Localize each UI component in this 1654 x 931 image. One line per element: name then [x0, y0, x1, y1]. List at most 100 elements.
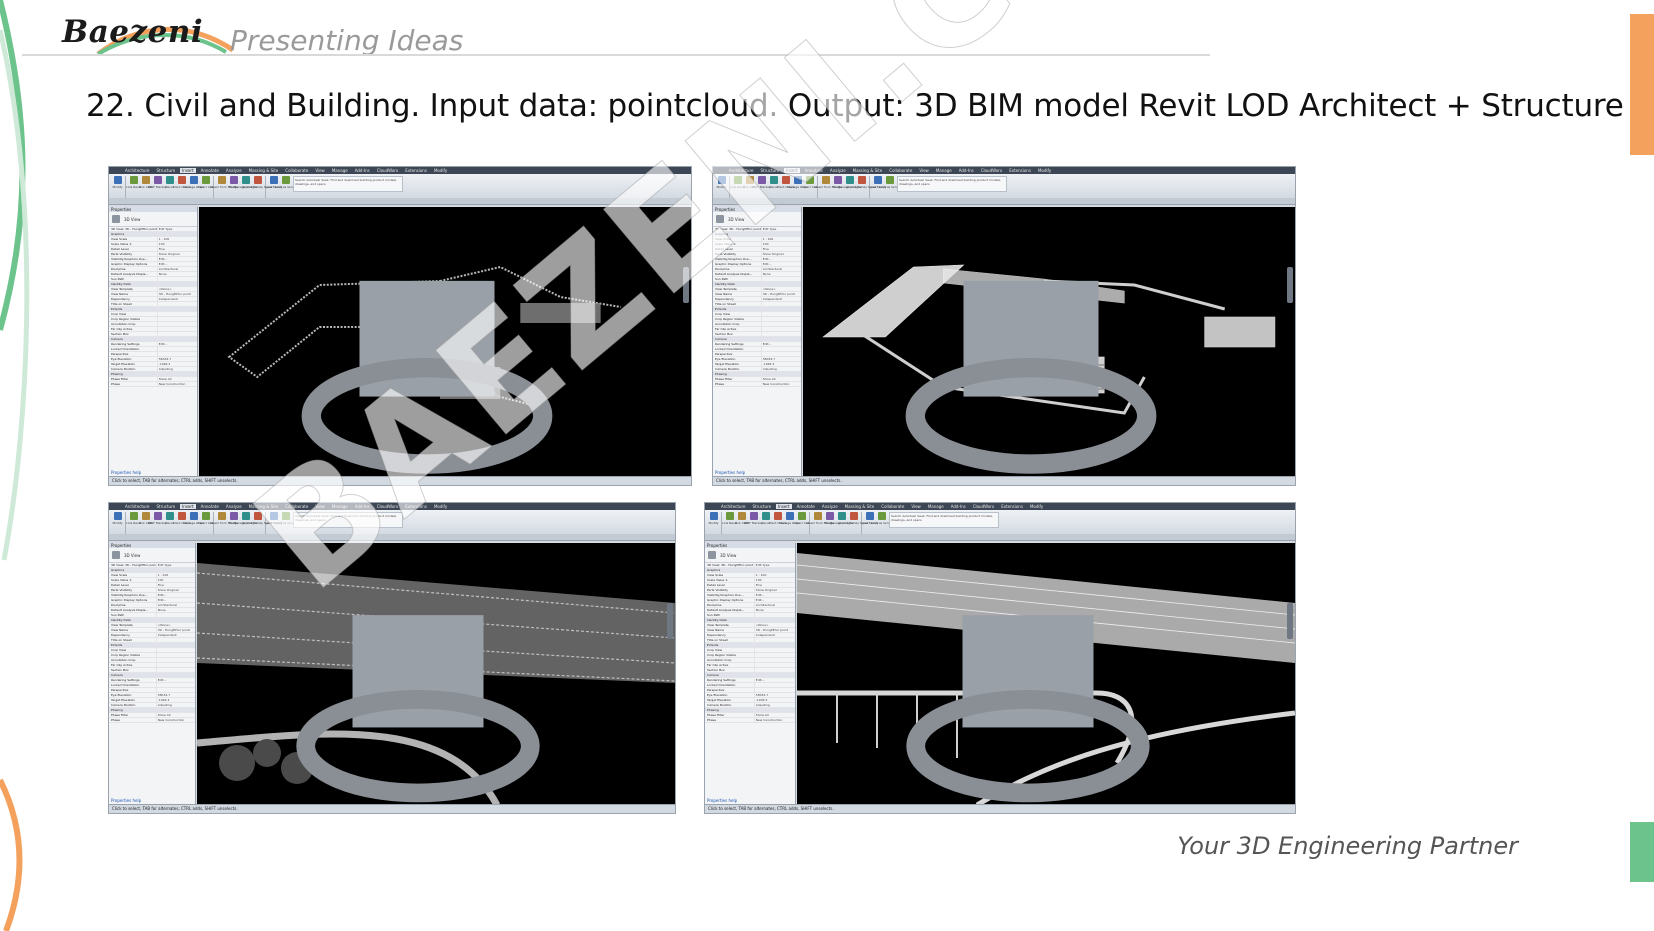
- navigation-bar[interactable]: [683, 267, 689, 303]
- tab-massing-site[interactable]: Massing & Site: [247, 168, 281, 173]
- autodesk-seek-panel[interactable]: Search Autodesk Seek. Find and download …: [293, 176, 403, 192]
- tab-analyze[interactable]: Analyze: [828, 168, 848, 173]
- properties-help-link[interactable]: Properties help: [707, 798, 737, 803]
- tab-structure[interactable]: Structure: [155, 168, 178, 173]
- ribbon-button-link-revit[interactable]: Link Revit: [126, 512, 141, 525]
- ribbon-button-insert-from-file[interactable]: Insert from File: [806, 512, 829, 525]
- tab-view[interactable]: View: [917, 168, 931, 173]
- tab-extensions[interactable]: Extensions: [1007, 168, 1033, 173]
- ribbon-button-import-family-types[interactable]: Import Family Types: [243, 512, 273, 525]
- tab-cloudworx[interactable]: CloudWorx: [375, 168, 401, 173]
- ribbon-button-import-cad[interactable]: Import CAD: [793, 512, 810, 525]
- tab-modify[interactable]: Modify: [1036, 168, 1053, 173]
- tab-insert[interactable]: Insert: [180, 168, 196, 173]
- ribbon-button-import-cad[interactable]: Import CAD: [801, 176, 818, 189]
- navigation-bar[interactable]: [667, 603, 673, 639]
- tab-collaborate[interactable]: Collaborate: [283, 168, 310, 173]
- ribbon-button-modify[interactable]: Modify: [113, 512, 122, 525]
- tab-structure[interactable]: Structure: [759, 168, 782, 173]
- tab-manage[interactable]: Manage: [934, 168, 954, 173]
- tab-architecture[interactable]: Architecture: [123, 168, 152, 173]
- tab-view[interactable]: View: [313, 504, 327, 509]
- tab-manage[interactable]: Manage: [926, 504, 946, 509]
- ribbon-button-dwf-markup[interactable]: DWF Markup: [148, 512, 167, 525]
- ribbon-button-load-as-group[interactable]: Load as Group: [275, 176, 296, 189]
- ribbon-button-import-family-types[interactable]: Import Family Types: [839, 512, 869, 525]
- ribbon-button-insert-from-file[interactable]: Insert from File: [210, 512, 233, 525]
- properties-help-link[interactable]: Properties help: [715, 470, 745, 475]
- ribbon-button-link-revit[interactable]: Link Revit: [126, 176, 141, 189]
- tab-extensions[interactable]: Extensions: [999, 504, 1025, 509]
- tab-extensions[interactable]: Extensions: [403, 168, 429, 173]
- ribbon-button-link-revit[interactable]: Link Revit: [722, 512, 737, 525]
- tab-add-ins[interactable]: Add-Ins: [353, 504, 372, 509]
- ribbon-button-dwf-markup[interactable]: DWF Markup: [752, 176, 771, 189]
- tab-manage[interactable]: Manage: [330, 504, 350, 509]
- tab-structure[interactable]: Structure: [155, 504, 178, 509]
- tab-add-ins[interactable]: Add-Ins: [949, 504, 968, 509]
- ribbon-button-dwf-markup[interactable]: DWF Markup: [744, 512, 763, 525]
- 3d-viewport[interactable]: [197, 543, 675, 805]
- tab-modify[interactable]: Modify: [432, 168, 449, 173]
- ribbon-button-load-as-group[interactable]: Load as Group: [871, 512, 892, 525]
- tab-collaborate[interactable]: Collaborate: [283, 504, 310, 509]
- ribbon-button-insert-from-file[interactable]: Insert from File: [210, 176, 233, 189]
- ribbon-button-modify[interactable]: Modify: [717, 176, 726, 189]
- tab-analyze[interactable]: Analyze: [820, 504, 840, 509]
- tab-massing-site[interactable]: Massing & Site: [843, 504, 877, 509]
- ribbon-button-link-revit[interactable]: Link Revit: [730, 176, 745, 189]
- tab-modify[interactable]: Modify: [432, 504, 449, 509]
- tab-architecture[interactable]: Architecture: [727, 168, 756, 173]
- tab-insert[interactable]: Insert: [776, 504, 792, 509]
- ribbon-button-import-cad[interactable]: Import CAD: [197, 176, 214, 189]
- properties-help-link[interactable]: Properties help: [111, 798, 141, 803]
- autodesk-seek-panel[interactable]: Search Autodesk Seek. Find and download …: [293, 512, 403, 528]
- tab-analyze[interactable]: Analyze: [224, 504, 244, 509]
- 3d-viewport[interactable]: [199, 207, 691, 477]
- tab-cloudworx[interactable]: CloudWorx: [971, 504, 997, 509]
- ribbon-button-load-as-group[interactable]: Load as Group: [275, 512, 296, 525]
- tab-modify[interactable]: Modify: [1028, 504, 1045, 509]
- tab-collaborate[interactable]: Collaborate: [887, 168, 914, 173]
- ribbon-button-import-cad[interactable]: Import CAD: [197, 512, 214, 525]
- tab-annotate[interactable]: Annotate: [199, 504, 221, 509]
- ribbon-button-modify[interactable]: Modify: [113, 176, 122, 189]
- ribbon-button-import-family-types[interactable]: Import Family Types: [847, 176, 877, 189]
- tab-collaborate[interactable]: Collaborate: [879, 504, 906, 509]
- tab-cloudworx[interactable]: CloudWorx: [375, 504, 401, 509]
- tab-cloudworx[interactable]: CloudWorx: [979, 168, 1005, 173]
- tab-insert[interactable]: Insert: [180, 504, 196, 509]
- tab-add-ins[interactable]: Add-Ins: [957, 168, 976, 173]
- tab-analyze[interactable]: Analyze: [224, 168, 244, 173]
- 3d-viewport[interactable]: [797, 543, 1295, 805]
- navigation-bar[interactable]: [1287, 267, 1293, 303]
- viewcube-icon[interactable]: [181, 223, 673, 486]
- ribbon-button-load-as-group[interactable]: Load as Group: [879, 176, 900, 189]
- 3d-viewport[interactable]: [803, 207, 1295, 477]
- tab-annotate[interactable]: Annotate: [803, 168, 825, 173]
- tab-architecture[interactable]: Architecture: [719, 504, 748, 509]
- ribbon-button-dwf-markup[interactable]: DWF Markup: [148, 176, 167, 189]
- ribbon-button-modify[interactable]: Modify: [709, 512, 718, 525]
- viewcube-icon[interactable]: [785, 223, 1277, 486]
- tab-view[interactable]: View: [909, 504, 923, 509]
- tab-massing-site[interactable]: Massing & Site: [247, 504, 281, 509]
- autodesk-seek-panel[interactable]: Search Autodesk Seek. Find and download …: [897, 176, 1007, 192]
- tab-insert[interactable]: Insert: [784, 168, 800, 173]
- tab-view[interactable]: View: [313, 168, 327, 173]
- properties-help-link[interactable]: Properties help: [111, 470, 141, 475]
- tab-structure[interactable]: Structure: [751, 504, 774, 509]
- tab-massing-site[interactable]: Massing & Site: [851, 168, 885, 173]
- tab-annotate[interactable]: Annotate: [199, 168, 221, 173]
- tab-architecture[interactable]: Architecture: [123, 504, 152, 509]
- tab-add-ins[interactable]: Add-Ins: [353, 168, 372, 173]
- tab-extensions[interactable]: Extensions: [403, 504, 429, 509]
- tab-manage[interactable]: Manage: [330, 168, 350, 173]
- navigation-bar[interactable]: [1287, 603, 1293, 639]
- ribbon-button-insert-from-file[interactable]: Insert from File: [814, 176, 837, 189]
- ribbon-button-import-family-types[interactable]: Import Family Types: [243, 176, 273, 189]
- tab-annotate[interactable]: Annotate: [795, 504, 817, 509]
- viewcube-icon[interactable]: [779, 559, 1277, 814]
- autodesk-seek-panel[interactable]: Search Autodesk Seek. Find and download …: [889, 512, 999, 528]
- viewcube-icon[interactable]: [179, 559, 657, 814]
